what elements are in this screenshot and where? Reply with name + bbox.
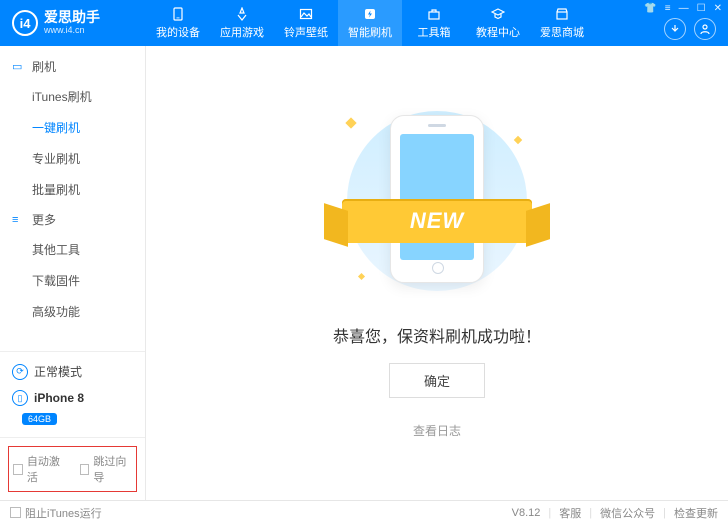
image-icon [298, 6, 314, 22]
success-message: 恭喜您，保资料刷机成功啦！ [333, 323, 541, 347]
close-button[interactable]: ✕ [714, 3, 722, 14]
ok-button[interactable]: 确定 [389, 363, 485, 398]
highlighted-options: 自动激活 跳过向导 [8, 446, 137, 492]
mode-row[interactable]: ⟳ 正常模式 [0, 358, 145, 385]
logo-icon: i4 [12, 10, 38, 36]
section-icon: ≡ [12, 214, 26, 226]
toolbox-icon [426, 6, 442, 22]
sidebar-section-more[interactable]: ≡ 更多 [0, 205, 145, 234]
sidebar-item-pro-flash[interactable]: 专业刷机 [0, 143, 145, 174]
sidebar-item-oneclick-flash[interactable]: 一键刷机 [0, 112, 145, 143]
download-button[interactable] [664, 18, 686, 40]
support-link[interactable]: 客服 [559, 505, 581, 521]
mode-label: 正常模式 [34, 363, 82, 380]
tab-toolbox[interactable]: 工具箱 [402, 0, 466, 46]
tab-apps-games[interactable]: 应用游戏 [210, 0, 274, 46]
view-log-link[interactable]: 查看日志 [413, 422, 461, 439]
skip-wizard-checkbox[interactable]: 跳过向导 [80, 453, 133, 485]
top-tabs: 我的设备 应用游戏 铃声壁纸 智能刷机 工具箱 教程中心 [146, 0, 594, 46]
window-controls: 👕 ≡ — ☐ ✕ [644, 3, 722, 14]
tab-store[interactable]: 爱思商城 [530, 0, 594, 46]
user-button[interactable] [694, 18, 716, 40]
wechat-link[interactable]: 微信公众号 [600, 505, 655, 521]
content-area: NEW 恭喜您，保资料刷机成功啦！ 确定 查看日志 [146, 46, 728, 500]
block-itunes-checkbox[interactable]: 阻止iTunes运行 [10, 505, 102, 521]
new-ribbon: NEW [342, 199, 532, 243]
success-illustration: NEW [307, 107, 567, 307]
auto-activate-checkbox[interactable]: 自动激活 [13, 453, 66, 485]
tab-tutorial[interactable]: 教程中心 [466, 0, 530, 46]
tab-smart-flash[interactable]: 智能刷机 [338, 0, 402, 46]
brand-name: 爱思助手 [44, 10, 100, 25]
statusbar: 阻止iTunes运行 V8.12 | 客服 | 微信公众号 | 检查更新 [0, 500, 728, 524]
section-icon: ▭ [12, 60, 26, 73]
brand-url: www.i4.cn [44, 26, 100, 36]
skin-button[interactable]: 👕 [644, 3, 656, 14]
device-name: iPhone 8 [34, 391, 84, 405]
tab-ring-wallpaper[interactable]: 铃声壁纸 [274, 0, 338, 46]
store-icon [554, 6, 570, 22]
storage-badge: 64GB [22, 413, 57, 425]
sidebar-item-batch-flash[interactable]: 批量刷机 [0, 174, 145, 205]
sidebar-item-download-firmware[interactable]: 下载固件 [0, 265, 145, 296]
sidebar-section-flash[interactable]: ▭ 刷机 [0, 52, 145, 81]
tab-my-device[interactable]: 我的设备 [146, 0, 210, 46]
titlebar: i4 爱思助手 www.i4.cn 我的设备 应用游戏 铃声壁纸 智能刷机 [0, 0, 728, 46]
apps-icon [234, 6, 250, 22]
checkbox-icon [80, 464, 90, 475]
flash-icon [362, 6, 378, 22]
checkbox-icon [13, 464, 23, 475]
device-row[interactable]: ▯ iPhone 8 [0, 385, 145, 411]
checkbox-icon [10, 507, 21, 518]
sidebar-item-itunes-flash[interactable]: iTunes刷机 [0, 81, 145, 112]
check-update-link[interactable]: 检查更新 [674, 505, 718, 521]
version-label: V8.12 [512, 507, 541, 519]
sidebar: ▭ 刷机 iTunes刷机 一键刷机 专业刷机 批量刷机 ≡ 更多 其他工具 下… [0, 46, 146, 500]
minimize-button[interactable]: — [679, 3, 689, 14]
sidebar-item-other-tools[interactable]: 其他工具 [0, 234, 145, 265]
sidebar-item-advanced[interactable]: 高级功能 [0, 296, 145, 327]
phone-icon: ▯ [12, 390, 28, 406]
tutorial-icon [490, 6, 506, 22]
refresh-icon: ⟳ [12, 364, 28, 380]
brand-logo: i4 爱思助手 www.i4.cn [0, 10, 146, 36]
device-icon [170, 6, 186, 22]
maximize-button[interactable]: ☐ [697, 3, 706, 14]
menu-button[interactable]: ≡ [665, 3, 671, 14]
